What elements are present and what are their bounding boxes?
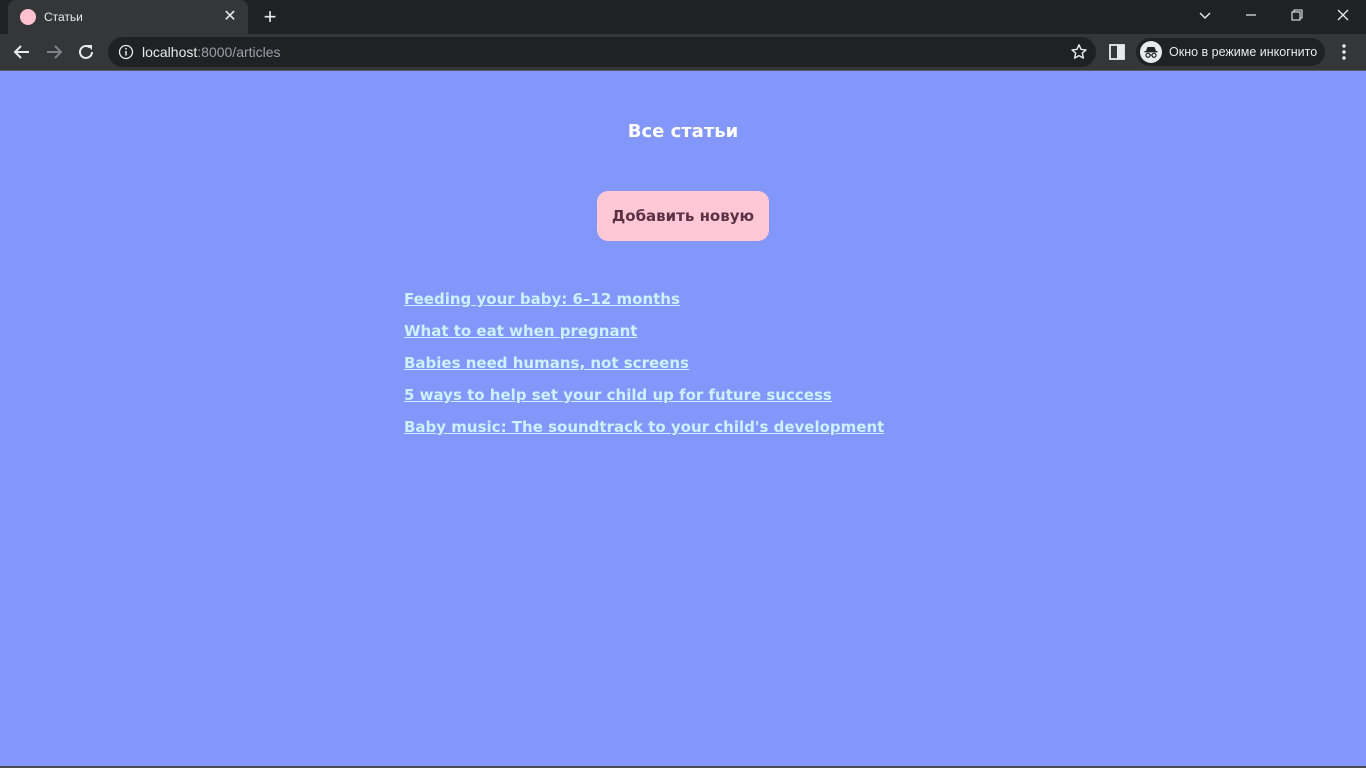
tab-favicon-icon [20,9,36,25]
browser-tab-strip: Статьи ✕ + [0,0,1366,34]
tab-close-icon[interactable]: ✕ [222,9,238,25]
minimize-window-icon[interactable] [1228,0,1274,30]
back-arrow-icon[interactable] [8,38,36,66]
article-link[interactable]: Babies need humans, not screens [404,354,689,372]
browser-toolbar: localhost:8000/articles Окно в режиме ин… [0,34,1366,70]
tab-search-chevron-icon[interactable] [1182,0,1228,30]
bookmark-star-icon[interactable] [1070,43,1088,61]
add-article-button[interactable]: Добавить новую [597,191,769,241]
side-panel-icon[interactable] [1108,43,1126,61]
tab-title: Статьи [44,10,83,24]
url-path: :8000/articles [197,44,281,60]
url-text[interactable]: localhost:8000/articles [142,44,281,60]
list-item: 5 ways to help set your child up for fut… [404,386,884,418]
page-content: Все статьи Добавить новую Feeding your b… [0,71,1366,768]
url-host: localhost [142,44,198,60]
article-link[interactable]: Feeding your baby: 6–12 months [404,290,680,308]
incognito-icon [1140,41,1162,63]
list-item: Baby music: The soundtrack to your child… [404,418,884,450]
article-list: Feeding your baby: 6–12 months What to e… [404,290,884,450]
close-window-icon[interactable] [1320,0,1366,30]
restore-window-icon[interactable] [1274,0,1320,30]
page-title: Все статьи [627,121,739,142]
browser-tab-active[interactable]: Статьи ✕ [8,0,248,34]
incognito-indicator[interactable]: Окно в режиме инкогнито [1136,38,1325,66]
list-item: Babies need humans, not screens [404,354,884,386]
article-link[interactable]: What to eat when pregnant [404,322,637,340]
article-link[interactable]: 5 ways to help set your child up for fut… [404,386,832,404]
article-link[interactable]: Baby music: The soundtrack to your child… [404,418,884,436]
browser-menu-icon[interactable] [1334,42,1354,62]
forward-arrow-icon[interactable] [40,38,68,66]
incognito-label: Окно в режиме инкогнито [1169,45,1318,59]
site-info-icon[interactable] [118,44,134,60]
list-item: What to eat when pregnant [404,322,884,354]
new-tab-button[interactable]: + [258,6,282,28]
list-item: Feeding your baby: 6–12 months [404,290,884,322]
address-bar[interactable]: localhost:8000/articles [108,37,1096,67]
reload-icon[interactable] [72,38,100,66]
